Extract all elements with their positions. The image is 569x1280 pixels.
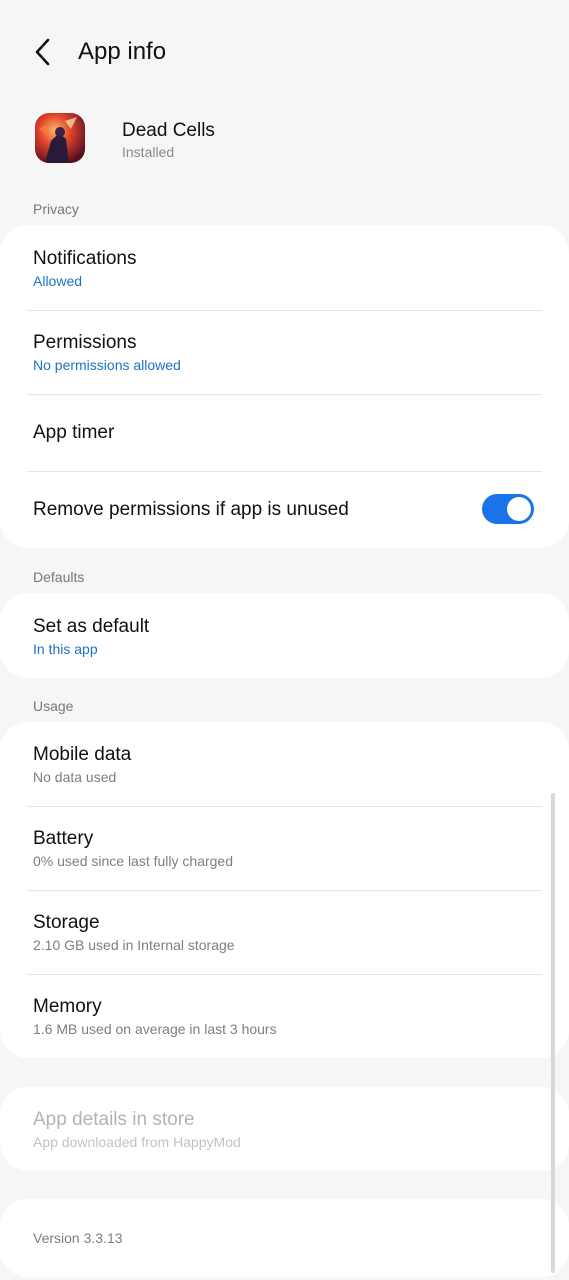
battery-item[interactable]: Battery 0% used since last fully charged — [0, 806, 569, 890]
defaults-card: Set as default In this app — [0, 593, 569, 678]
permissions-item[interactable]: Permissions No permissions allowed — [0, 310, 569, 394]
app-details-in-store-title: App details in store — [33, 1109, 195, 1130]
set-as-default-status: In this app — [33, 641, 98, 657]
memory-title: Memory — [33, 996, 102, 1017]
storage-status: 2.10 GB used in Internal storage — [33, 937, 235, 953]
app-bar: App info — [0, 0, 569, 104]
permissions-title: Permissions — [33, 332, 137, 353]
mobile-data-title: Mobile data — [33, 744, 132, 765]
version-card: Version 3.3.13 — [0, 1199, 569, 1277]
memory-item[interactable]: Memory 1.6 MB used on average in last 3 … — [0, 974, 569, 1058]
remove-permissions-toggle[interactable] — [482, 494, 534, 524]
app-status: Installed — [122, 144, 175, 160]
page-title: App info — [78, 38, 167, 65]
chevron-left-icon — [35, 38, 50, 66]
app-details-in-store-item: App details in store App downloaded from… — [0, 1087, 569, 1171]
storage-title: Storage — [33, 912, 100, 933]
mobile-data-item[interactable]: Mobile data No data used — [0, 722, 569, 806]
section-label-usage: Usage — [33, 698, 74, 714]
section-label-defaults: Defaults — [33, 569, 85, 585]
scrollbar[interactable] — [551, 793, 555, 1273]
remove-permissions-title: Remove permissions if app is unused — [33, 499, 349, 520]
app-timer-title: App timer — [33, 422, 115, 443]
battery-status: 0% used since last fully charged — [33, 853, 233, 869]
usage-card: Mobile data No data used Battery 0% used… — [0, 722, 569, 1058]
privacy-card: Notifications Allowed Permissions No per… — [0, 225, 569, 548]
app-details-in-store-source: App downloaded from HappyMod — [33, 1134, 241, 1150]
app-timer-item[interactable]: App timer — [0, 394, 569, 471]
battery-title: Battery — [33, 828, 94, 849]
store-card: App details in store App downloaded from… — [0, 1087, 569, 1171]
mobile-data-status: No data used — [33, 769, 117, 785]
memory-status: 1.6 MB used on average in last 3 hours — [33, 1021, 277, 1037]
app-name: Dead Cells — [122, 120, 215, 141]
toggle-knob — [507, 497, 531, 521]
app-header: Dead Cells Installed — [0, 108, 569, 170]
version-text: Version 3.3.13 — [33, 1230, 123, 1246]
remove-permissions-item[interactable]: Remove permissions if app is unused — [0, 471, 569, 548]
set-as-default-item[interactable]: Set as default In this app — [0, 593, 569, 678]
back-button[interactable] — [26, 34, 62, 70]
notifications-title: Notifications — [33, 248, 137, 269]
storage-item[interactable]: Storage 2.10 GB used in Internal storage — [0, 890, 569, 974]
set-as-default-title: Set as default — [33, 616, 150, 637]
notifications-status: Allowed — [33, 273, 83, 289]
permissions-status: No permissions allowed — [33, 357, 181, 373]
app-icon — [35, 113, 85, 163]
section-label-privacy: Privacy — [33, 201, 79, 217]
notifications-item[interactable]: Notifications Allowed — [0, 225, 569, 310]
